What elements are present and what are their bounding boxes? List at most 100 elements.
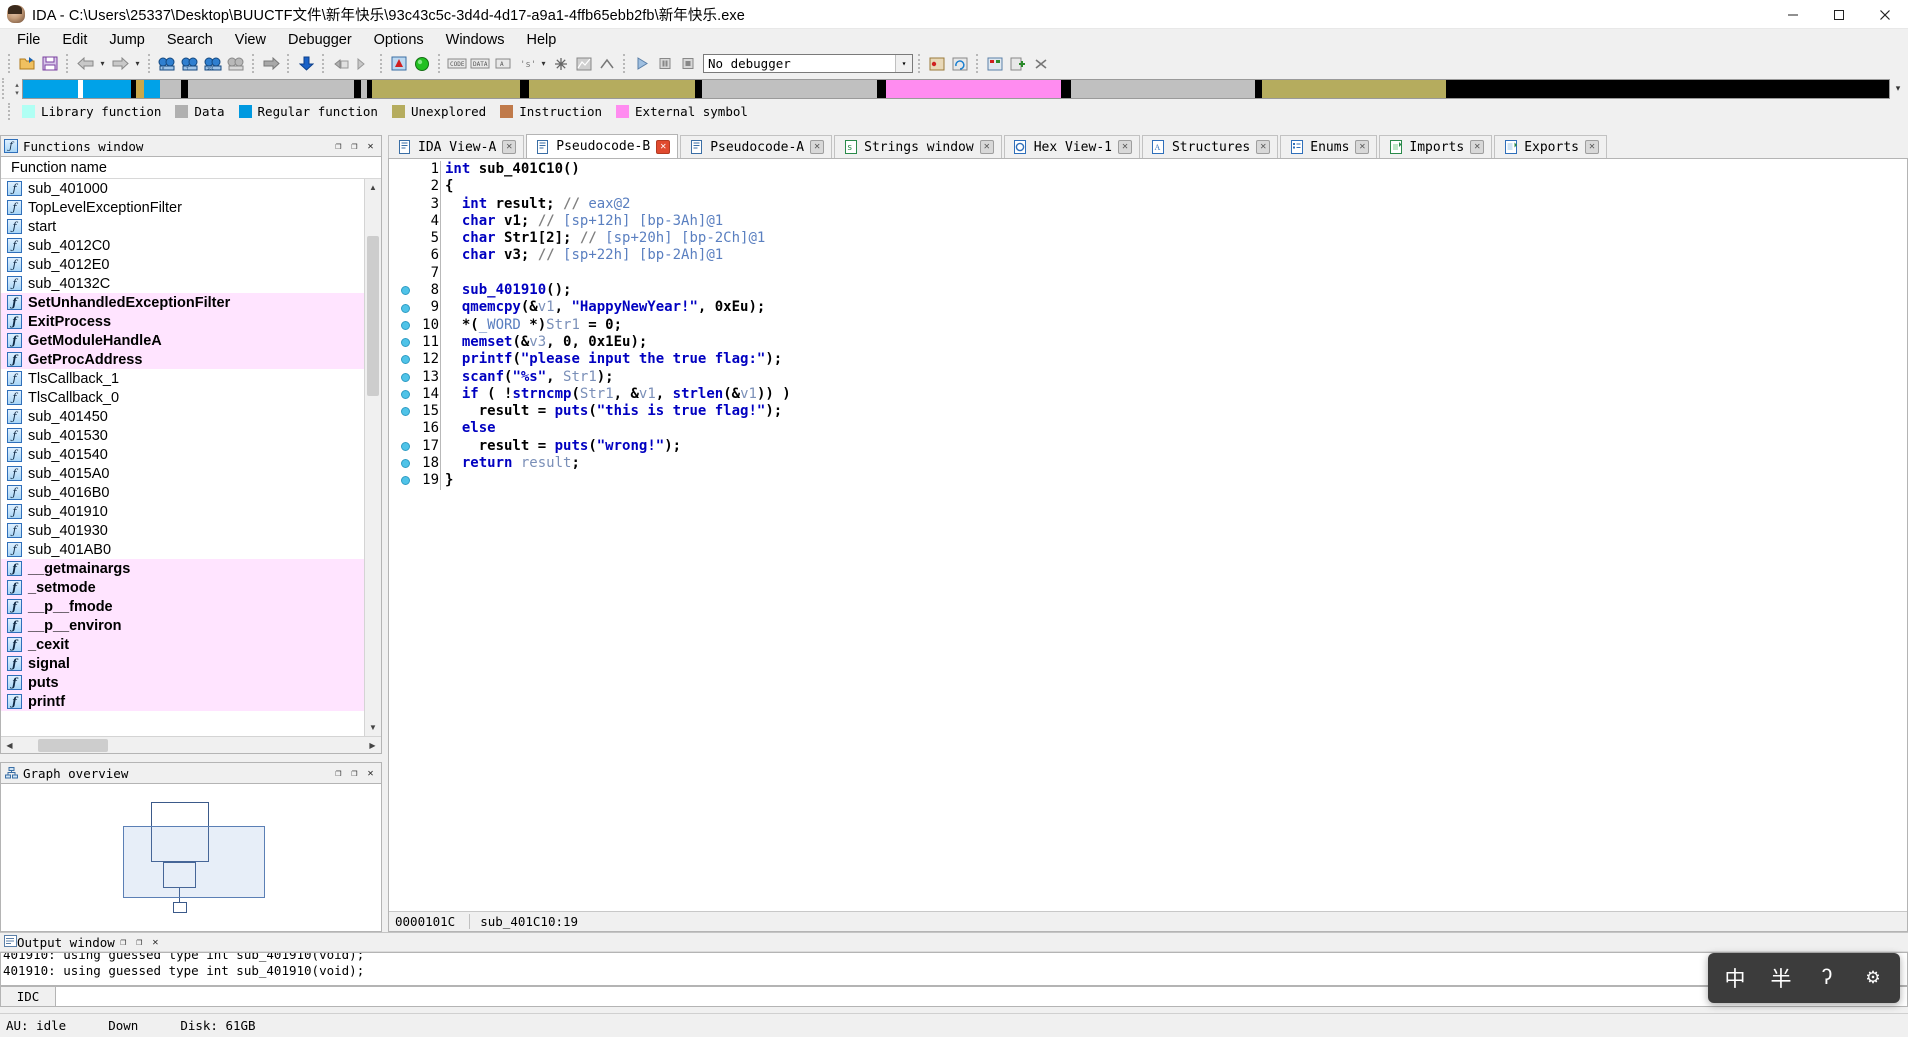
breakpoint-gutter-empty[interactable] bbox=[399, 213, 412, 230]
functions-close-button[interactable]: ✕ bbox=[363, 139, 378, 154]
search-immediate-icon[interactable]: 101 bbox=[202, 53, 224, 74]
minimize-button[interactable] bbox=[1770, 0, 1816, 29]
breakpoint-gutter-empty[interactable] bbox=[399, 178, 412, 195]
pseudocode-line[interactable]: 17 result = puts("wrong!"); bbox=[389, 437, 1907, 456]
breakpoint-dot-icon[interactable] bbox=[399, 455, 412, 472]
green-circle-run-icon[interactable] bbox=[411, 53, 433, 74]
pseudocode-line[interactable]: 13 scanf("%s", Str1); bbox=[389, 368, 1907, 386]
pseudocode-line[interactable]: 19} bbox=[389, 472, 1907, 490]
navband-segment[interactable] bbox=[1070, 79, 1255, 98]
function-list-item[interactable]: ƒ sub_401530 bbox=[1, 426, 381, 445]
pseudocode-line[interactable]: 11 memset(&v3, 0, 0x1Eu); bbox=[389, 333, 1907, 352]
function-list-item[interactable]: ƒ sub_4012E0 bbox=[1, 255, 381, 274]
function-list-item[interactable]: ƒ printf bbox=[1, 692, 381, 711]
pseudocode-line[interactable]: 4 char v1; // [sp+12h] [bp-3Ah]@1 bbox=[389, 212, 1907, 231]
breakpoint-dot-icon[interactable] bbox=[399, 369, 412, 386]
ime-halfwidth-mode[interactable]: 半 bbox=[1758, 957, 1804, 999]
navband-segment[interactable] bbox=[1262, 79, 1447, 98]
pseudocode-line[interactable]: 10 *(_WORD *)Str1 = 0; bbox=[389, 316, 1907, 334]
navband-down-icon[interactable]: ▾ bbox=[15, 89, 19, 97]
search-next-icon[interactable] bbox=[225, 53, 247, 74]
pseudocode-view[interactable]: 1 int sub_401C10() 2{3 int result; // eax@… bbox=[388, 159, 1908, 932]
function-list-item[interactable]: ƒ __p__environ bbox=[1, 616, 381, 635]
tab-ida-view-a[interactable]: IDA View-A ✕ bbox=[388, 135, 525, 158]
tab-strings-window[interactable]: s Strings window ✕ bbox=[834, 135, 1002, 158]
breakpoint-dot-icon[interactable] bbox=[399, 317, 412, 334]
output-log[interactable]: 401910: using guessed type int sub_40191… bbox=[0, 952, 1908, 986]
graph-restore-button[interactable]: ❐ bbox=[331, 766, 346, 781]
navband-segment[interactable] bbox=[1254, 79, 1263, 98]
function-list-item[interactable]: ƒ _setmode bbox=[1, 578, 381, 597]
navband-segment[interactable] bbox=[136, 79, 144, 98]
pseudocode-line[interactable]: 7 bbox=[389, 264, 1907, 283]
output-close-button[interactable]: ✕ bbox=[148, 935, 163, 950]
menu-debugger[interactable]: Debugger bbox=[277, 30, 363, 50]
function-list-item[interactable]: ƒ GetProcAddress bbox=[1, 350, 381, 369]
graph-close-button[interactable]: ✕ bbox=[363, 766, 378, 781]
function-list-item[interactable]: ƒ ExitProcess bbox=[1, 312, 381, 331]
scroll-down-icon[interactable]: ▼ bbox=[365, 719, 381, 736]
search-text-icon[interactable]: T bbox=[179, 53, 201, 74]
navband-segment[interactable] bbox=[187, 79, 354, 98]
function-list-item[interactable]: ƒ sub_401450 bbox=[1, 407, 381, 426]
collapse-icon[interactable] bbox=[596, 53, 618, 74]
scroll-right-icon[interactable]: ▶ bbox=[364, 737, 381, 754]
open-subviews-icon[interactable] bbox=[984, 53, 1006, 74]
navband-segment[interactable] bbox=[1061, 79, 1071, 98]
function-list-item[interactable]: ƒ sub_401910 bbox=[1, 502, 381, 521]
breakpoint-gutter-empty[interactable] bbox=[399, 265, 412, 282]
menu-windows[interactable]: Windows bbox=[435, 30, 516, 50]
functions-scroll-thumb[interactable] bbox=[367, 236, 379, 396]
function-list-item[interactable]: ƒ TopLevelExceptionFilter bbox=[1, 198, 381, 217]
back-arrow-icon[interactable] bbox=[74, 53, 96, 74]
maximize-button[interactable] bbox=[1816, 0, 1862, 29]
undefine-icon[interactable]: 's' bbox=[515, 53, 537, 74]
navband-segment[interactable] bbox=[886, 79, 1062, 98]
stop-debug-icon[interactable] bbox=[677, 53, 699, 74]
graph-viewport-selection[interactable] bbox=[123, 826, 265, 898]
add-breakpoint-icon[interactable] bbox=[1007, 53, 1029, 74]
pseudocode-text[interactable]: 1 int sub_401C10() 2{3 int result; // eax@… bbox=[389, 159, 1907, 911]
navband-segment[interactable] bbox=[353, 79, 362, 98]
functions-horizontal-scrollbar[interactable]: ◀ ▶ bbox=[1, 736, 381, 753]
functions-hscroll-track[interactable] bbox=[18, 737, 364, 754]
jump-down-icon[interactable] bbox=[295, 53, 317, 74]
ime-settings[interactable]: ⚙ bbox=[1850, 957, 1896, 999]
navband-segment[interactable] bbox=[372, 79, 520, 98]
breakpoint-dot-icon[interactable] bbox=[399, 472, 412, 489]
navband-segment[interactable] bbox=[877, 79, 887, 98]
tab-close-icon[interactable]: ✕ bbox=[1256, 140, 1271, 154]
tab-imports[interactable]: Imports ✕ bbox=[1379, 135, 1493, 158]
tab-hex-view-1[interactable]: Hex View-1 ✕ bbox=[1003, 135, 1140, 158]
pseudocode-line[interactable]: 14 if ( !strncmp(Str1, &v1, strlen(&v1))… bbox=[389, 385, 1907, 404]
navband-segment[interactable] bbox=[143, 79, 161, 98]
tab-enums[interactable]: Enums ✕ bbox=[1280, 135, 1378, 158]
function-list-item[interactable]: ƒ sub_4012C0 bbox=[1, 236, 381, 255]
menu-search[interactable]: Search bbox=[156, 30, 224, 50]
navband-segment[interactable] bbox=[519, 79, 529, 98]
breakpoint-gutter-empty[interactable] bbox=[399, 247, 412, 264]
toolbar-overflow-icon[interactable]: ▾ bbox=[1890, 83, 1906, 94]
menu-view[interactable]: View bbox=[224, 30, 277, 50]
menu-file[interactable]: File bbox=[6, 30, 51, 50]
command-language-label[interactable]: IDC bbox=[0, 986, 56, 1007]
search-binary-icon[interactable]: # bbox=[156, 53, 178, 74]
output-restore-button[interactable]: ❐ bbox=[116, 935, 131, 950]
breakpoint-gutter-empty[interactable] bbox=[399, 420, 412, 437]
function-list-item[interactable]: ƒ TlsCallback_0 bbox=[1, 388, 381, 407]
breakpoint-gutter-empty[interactable] bbox=[399, 196, 412, 213]
functions-vertical-scrollbar[interactable]: ▲ ▼ bbox=[364, 179, 381, 736]
functions-restore-button[interactable]: ❐ bbox=[331, 139, 346, 154]
navband-up-icon[interactable]: ▴ bbox=[15, 81, 19, 89]
functions-list[interactable]: ƒ sub_401000 ƒ TopLevelExceptionFilter ƒ star… bbox=[1, 179, 381, 736]
tab-pseudocode-b[interactable]: Pseudocode-B ✕ bbox=[526, 134, 679, 158]
pseudocode-line[interactable]: 18 return result; bbox=[389, 455, 1907, 473]
breakpoint-dot-icon[interactable] bbox=[399, 403, 412, 420]
tab-close-icon[interactable]: ✕ bbox=[502, 140, 517, 154]
menu-options[interactable]: Options bbox=[363, 30, 435, 50]
refresh-debug-icon[interactable] bbox=[949, 53, 971, 74]
pseudocode-line[interactable]: 1 int sub_401C10() bbox=[389, 161, 1907, 179]
pause-debug-icon[interactable] bbox=[654, 53, 676, 74]
forward-dropdown-icon[interactable]: ▾ bbox=[132, 53, 143, 74]
graph-overview-canvas[interactable] bbox=[0, 783, 382, 932]
